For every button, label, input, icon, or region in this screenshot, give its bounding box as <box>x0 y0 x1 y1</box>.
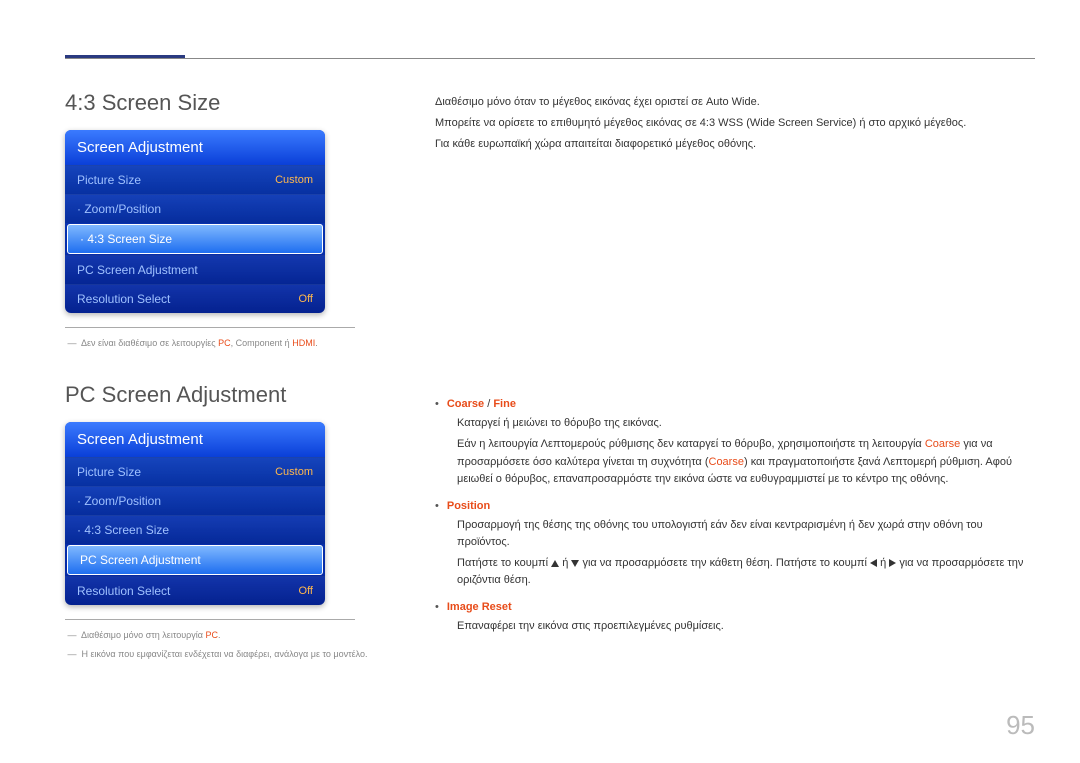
footnote-text: . <box>315 338 318 348</box>
osd-value: Off <box>299 585 313 597</box>
footnote-text: Διαθέσιμο μόνο στη λειτουργία <box>81 630 205 640</box>
osd-row-picture-size[interactable]: Picture Size Custom <box>65 165 325 194</box>
osd-label: Picture Size <box>77 173 141 187</box>
osd-row-4-3-screen-size[interactable]: · 4:3 Screen Size <box>67 224 323 254</box>
footnote: ― Δεν είναι διαθέσιμο σε λειτουργίες PC,… <box>65 336 395 350</box>
body-text: Προσαρμογή της θέσης της οθόνης του υπολ… <box>457 517 1035 551</box>
osd-row-picture-size[interactable]: Picture Size Custom <box>65 457 325 486</box>
osd-row-pc-screen-adjustment[interactable]: PC Screen Adjustment <box>67 545 323 575</box>
osd-row-zoom-position[interactable]: · Zoom/Position <box>65 486 325 515</box>
osd-label: PC Screen Adjustment <box>77 263 198 277</box>
bullet-title: Coarse / Fine <box>447 396 516 413</box>
footnote-text: Δεν είναι διαθέσιμο σε λειτουργίες <box>81 338 218 348</box>
bullet-title: Position <box>447 498 490 515</box>
page-number: 95 <box>1006 710 1035 741</box>
osd-label: · 4:3 Screen Size <box>77 523 169 537</box>
osd-value: Custom <box>275 174 313 186</box>
osd-label: · Zoom/Position <box>77 494 161 508</box>
left-column: 4:3 Screen Size Screen Adjustment Pictur… <box>65 90 395 354</box>
osd-row-pc-screen-adjustment[interactable]: PC Screen Adjustment <box>65 255 325 284</box>
osd-value: Off <box>299 293 313 305</box>
left-column: PC Screen Adjustment Screen Adjustment P… <box>65 382 395 665</box>
osd-label: PC Screen Adjustment <box>80 553 201 567</box>
page-content: 4:3 Screen Size Screen Adjustment Pictur… <box>65 90 1035 665</box>
section-4-3-screen-size: 4:3 Screen Size Screen Adjustment Pictur… <box>65 90 1035 354</box>
footnote: ― Διαθέσιμο μόνο στη λειτουργία PC. <box>65 628 395 642</box>
bullet-coarse-fine: • Coarse / Fine <box>435 396 1035 413</box>
bullet-icon: • <box>435 396 439 413</box>
footnote-text: , Component ή <box>231 338 293 348</box>
body-text: Πατήστε το κουμπί ή για να προσαρμόσετε … <box>457 555 1035 589</box>
body-text: Καταργεί ή μειώνει το θόρυβο της εικόνας… <box>457 415 1035 432</box>
osd-label: · Zoom/Position <box>77 202 161 216</box>
footnote-text: . <box>218 630 221 640</box>
section-title: 4:3 Screen Size <box>65 90 395 116</box>
osd-header: Screen Adjustment <box>65 422 325 457</box>
body-text: Εάν η λειτουργία Λεπτομερούς ρύθμισης δε… <box>457 436 1035 487</box>
triangle-left-icon <box>870 559 877 567</box>
bullet-body: Επαναφέρει την εικόνα στις προεπιλεγμένε… <box>435 618 1035 635</box>
bullet-image-reset: • Image Reset <box>435 599 1035 616</box>
section-title: PC Screen Adjustment <box>65 382 395 408</box>
bullet-body: Προσαρμογή της θέσης της οθόνης του υπολ… <box>435 517 1035 589</box>
osd-row-resolution-select[interactable]: Resolution Select Off <box>65 576 325 605</box>
divider <box>65 619 355 620</box>
osd-row-4-3-screen-size[interactable]: · 4:3 Screen Size <box>65 515 325 544</box>
bullet-icon: • <box>435 599 439 616</box>
bullet-body: Καταργεί ή μειώνει το θόρυβο της εικόνας… <box>435 415 1035 487</box>
title-sep: / <box>484 398 493 410</box>
footnote-pc: PC <box>206 630 219 640</box>
footnote-hdmi: HDMI <box>292 338 315 348</box>
right-column: • Coarse / Fine Καταργεί ή μειώνει το θό… <box>435 382 1035 639</box>
divider <box>65 327 355 328</box>
footnote-pc: PC <box>218 338 231 348</box>
osd-label: · 4:3 Screen Size <box>80 232 172 246</box>
bullet-position: • Position <box>435 498 1035 515</box>
body-text: Για κάθε ευρωπαϊκή χώρα απαιτείται διαφο… <box>435 136 1035 153</box>
section-pc-screen-adjustment: PC Screen Adjustment Screen Adjustment P… <box>65 382 1035 665</box>
title-coarse: Coarse <box>447 398 484 410</box>
osd-row-zoom-position[interactable]: · Zoom/Position <box>65 194 325 223</box>
osd-label: Picture Size <box>77 465 141 479</box>
bullet-icon: • <box>435 498 439 515</box>
footnote: ― Η εικόνα που εμφανίζεται ενδέχεται να … <box>65 647 395 661</box>
bullet-title: Image Reset <box>447 599 512 616</box>
osd-menu-1: Screen Adjustment Picture Size Custom · … <box>65 130 325 313</box>
body-text: Επαναφέρει την εικόνα στις προεπιλεγμένε… <box>457 618 1035 635</box>
triangle-up-icon <box>551 560 559 567</box>
osd-label: Resolution Select <box>77 292 170 306</box>
osd-header: Screen Adjustment <box>65 130 325 165</box>
osd-menu-2: Screen Adjustment Picture Size Custom · … <box>65 422 325 605</box>
osd-value: Custom <box>275 466 313 478</box>
body-text: Διαθέσιμο μόνο όταν το μέγεθος εικόνας έ… <box>435 94 1035 111</box>
title-fine: Fine <box>493 398 516 410</box>
header-rule <box>65 58 1035 59</box>
body-text: Μπορείτε να ορίσετε το επιθυμητό μέγεθος… <box>435 115 1035 132</box>
osd-label: Resolution Select <box>77 584 170 598</box>
footnote-text: Η εικόνα που εμφανίζεται ενδέχεται να δι… <box>82 649 368 659</box>
osd-row-resolution-select[interactable]: Resolution Select Off <box>65 284 325 313</box>
right-column: Διαθέσιμο μόνο όταν το μέγεθος εικόνας έ… <box>435 90 1035 157</box>
